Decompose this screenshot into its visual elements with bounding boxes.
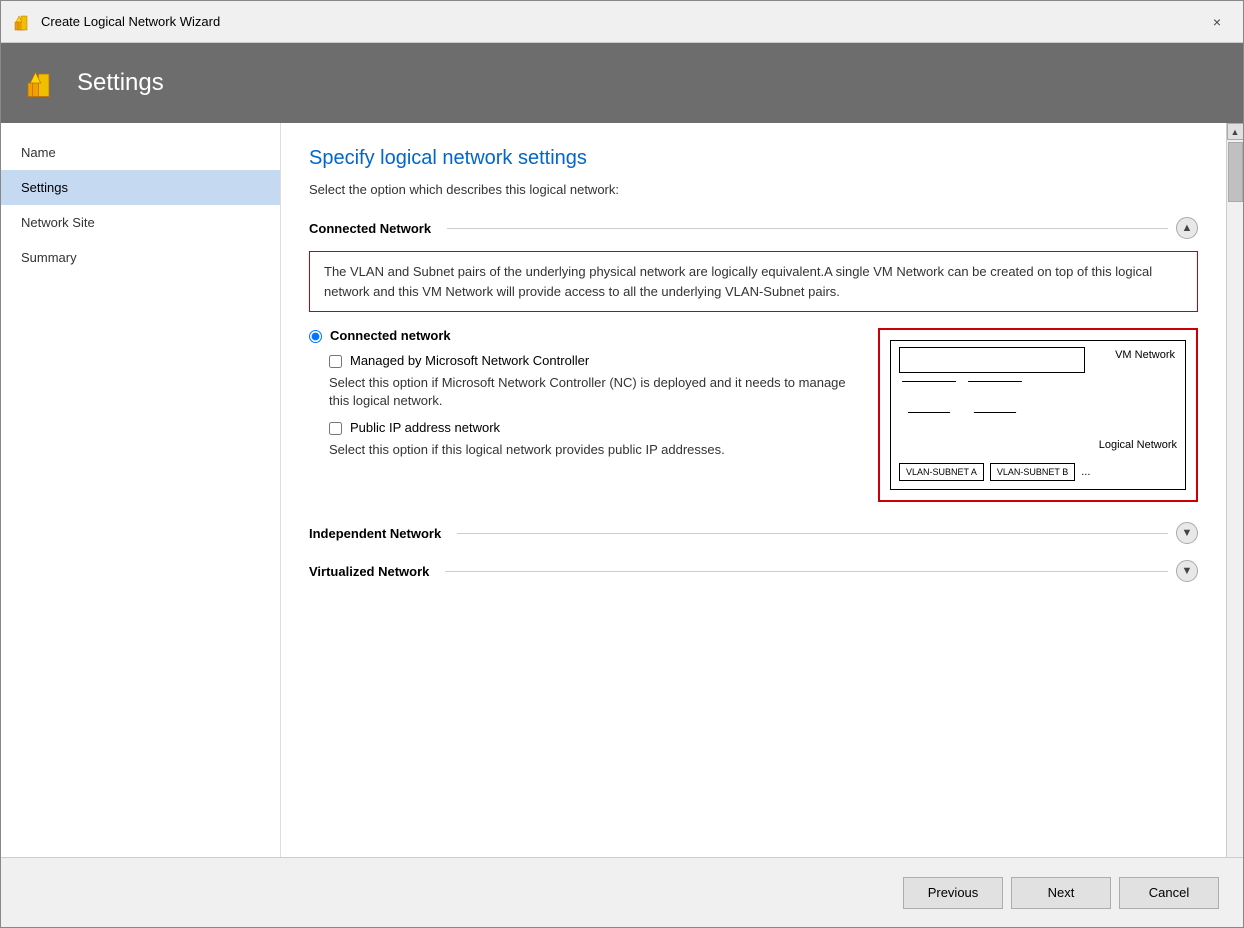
diagram-trapezoid-1 (899, 381, 959, 413)
scrollbar-track: ▲ (1226, 123, 1243, 857)
independent-network-toggle[interactable]: ▼ (1176, 522, 1198, 544)
connected-network-options: Connected network Managed by Microsoft N… (309, 328, 1198, 502)
sidebar-item-network-site[interactable]: Network Site (1, 205, 280, 240)
diagram-subnet-row: VLAN-SUBNET A VLAN-SUBNET B ... (899, 463, 1090, 481)
diagram-top-bar (899, 347, 1085, 373)
scrollbar-up-button[interactable]: ▲ (1227, 123, 1244, 140)
diagram-inner: VM Network Logical Network (890, 340, 1186, 490)
content-inner: Specify logical network settings Select … (281, 123, 1226, 857)
dialog-footer: Previous Next Cancel (1, 857, 1243, 927)
vm-network-label: VM Network (1115, 349, 1175, 361)
subnet-b-box: VLAN-SUBNET B (990, 463, 1075, 481)
content-area: Specify logical network settings Select … (281, 123, 1243, 857)
subnet-dots: ... (1081, 466, 1090, 478)
section-divider (447, 228, 1168, 229)
independent-network-title: Independent Network (309, 526, 441, 541)
page-subtitle: Select the option which describes this l… (309, 182, 1198, 197)
connected-network-description: The VLAN and Subnet pairs of the underly… (309, 251, 1198, 312)
connected-network-title: Connected Network (309, 221, 431, 236)
previous-button[interactable]: Previous (903, 877, 1003, 909)
logical-network-label: Logical Network (1099, 439, 1177, 451)
close-button[interactable]: × (1203, 8, 1231, 36)
virtualized-network-toggle[interactable]: ▼ (1176, 560, 1198, 582)
connected-network-radio[interactable] (309, 330, 322, 343)
independent-section-divider (457, 533, 1168, 534)
title-bar-text: Create Logical Network Wizard (41, 14, 1203, 29)
connected-network-section-header: Connected Network ▲ (309, 217, 1198, 239)
public-ip-option: Public IP address network (329, 420, 862, 435)
virtualized-section-divider (445, 571, 1168, 572)
connected-network-left: Connected network Managed by Microsoft N… (309, 328, 862, 502)
public-ip-description: Select this option if this logical netwo… (329, 441, 862, 459)
managed-by-nc-label: Managed by Microsoft Network Controller (350, 353, 589, 368)
network-diagram: VM Network Logical Network (878, 328, 1198, 502)
header-banner: Settings (1, 43, 1243, 123)
title-bar: Create Logical Network Wizard × (1, 1, 1243, 43)
managed-by-nc-description: Select this option if Microsoft Network … (329, 374, 862, 410)
sidebar-item-summary[interactable]: Summary (1, 240, 280, 275)
public-ip-checkbox[interactable] (329, 422, 342, 435)
diagram-trapezoids (899, 381, 1025, 413)
main-content: Name Settings Network Site Summary Speci… (1, 123, 1243, 857)
sidebar-item-settings[interactable]: Settings (1, 170, 280, 205)
connected-network-radio-label: Connected network (330, 328, 451, 343)
connected-network-toggle[interactable]: ▲ (1176, 217, 1198, 239)
header-title: Settings (77, 69, 164, 97)
independent-network-section-header: Independent Network ▼ (309, 522, 1198, 544)
connected-network-radio-option: Connected network (309, 328, 862, 343)
sidebar: Name Settings Network Site Summary (1, 123, 281, 857)
managed-by-nc-checkbox[interactable] (329, 355, 342, 368)
diagram-trapezoid-2 (965, 381, 1025, 413)
dialog-window: Create Logical Network Wizard × Settings… (0, 0, 1244, 928)
public-ip-label: Public IP address network (350, 420, 500, 435)
subnet-a-box: VLAN-SUBNET A (899, 463, 984, 481)
managed-by-nc-option: Managed by Microsoft Network Controller (329, 353, 862, 368)
wizard-title-icon (13, 12, 33, 32)
sidebar-item-name[interactable]: Name (1, 135, 280, 170)
virtualized-network-section-header: Virtualized Network ▼ (309, 560, 1198, 582)
page-title: Specify logical network settings (309, 147, 1198, 170)
scrollbar-thumb[interactable] (1228, 142, 1243, 202)
cancel-button[interactable]: Cancel (1119, 877, 1219, 909)
next-button[interactable]: Next (1011, 877, 1111, 909)
virtualized-network-title: Virtualized Network (309, 564, 429, 579)
header-icon (25, 65, 61, 101)
